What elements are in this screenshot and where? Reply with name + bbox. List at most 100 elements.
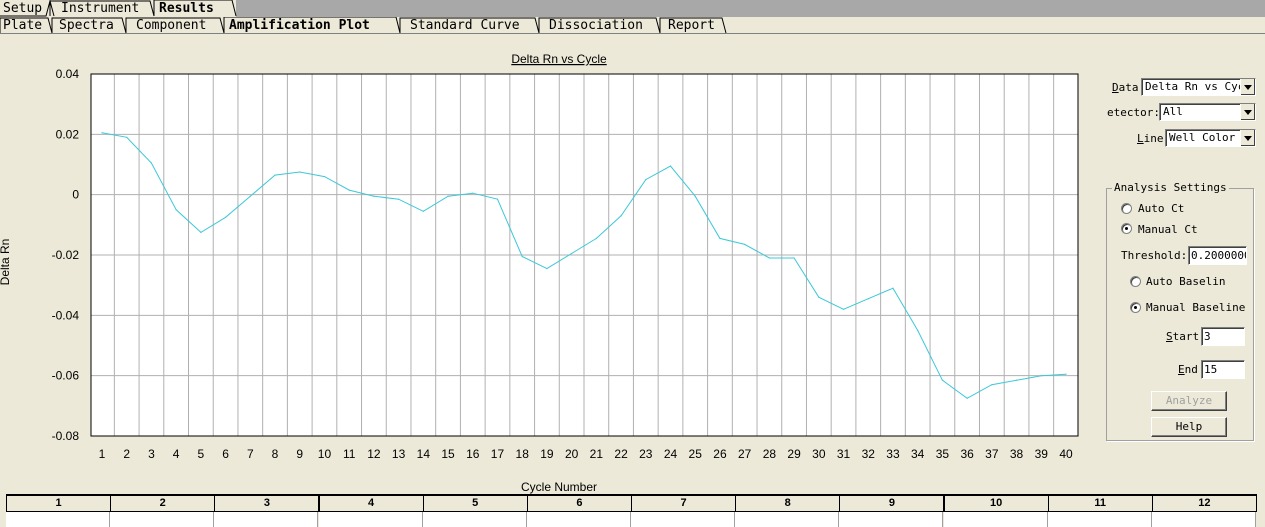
well-cell[interactable] — [839, 512, 944, 527]
manual-ct-radio[interactable] — [1121, 223, 1132, 234]
line-color-select[interactable]: Well Color — [1165, 129, 1256, 147]
data-point — [398, 198, 400, 200]
tab-plate[interactable]: Plate — [0, 17, 42, 34]
data-point — [472, 192, 474, 194]
data-point — [941, 379, 944, 381]
data-point — [546, 267, 548, 270]
start-label: Start — [1166, 330, 1200, 343]
data-point — [595, 237, 597, 240]
end-label: End — [1178, 363, 1198, 376]
chevron-down-icon[interactable] — [1240, 104, 1255, 120]
data-point — [744, 243, 746, 246]
threshold-input[interactable]: 0.2000000 — [1188, 246, 1247, 265]
data-point — [1015, 379, 1018, 381]
grid-layer — [90, 73, 1079, 437]
well-column-header[interactable]: 2 — [110, 494, 216, 512]
well-cell[interactable] — [1151, 512, 1256, 527]
data-select-value: Delta Rn vs Cycl — [1145, 80, 1251, 93]
well-column-header[interactable]: 1 — [6, 494, 112, 512]
x-tick-labels: 1 2 3 4 5 6 7 8 9 10 11 12 13 14 15 16 17 18 19 20 21 22 23 24 2… — [99, 447, 1073, 461]
manual-ct-label: Manual Ct — [1138, 223, 1198, 236]
well-column-header[interactable]: 6 — [526, 494, 632, 512]
y-axis-label: Delta Rn — [0, 239, 12, 286]
well-cell[interactable] — [6, 512, 111, 527]
analysis-settings-title: Analysis Settings — [1112, 181, 1229, 194]
auto-baseline-radio[interactable] — [1130, 276, 1141, 287]
x-tick-label: 21 — [590, 447, 604, 461]
x-tick-label: 25 — [689, 447, 703, 461]
data-point — [175, 209, 177, 211]
end-cycle-input[interactable]: 15 — [1201, 360, 1245, 379]
tab-results[interactable]: Results — [156, 0, 214, 17]
well-column-header[interactable]: 9 — [839, 494, 945, 512]
x-tick-label: 26 — [713, 447, 727, 461]
well-cell[interactable] — [110, 512, 215, 527]
x-tick-label: 31 — [837, 447, 851, 461]
data-point — [150, 162, 153, 164]
data-point — [694, 195, 696, 197]
tab-standard-curve[interactable]: Standard Curve — [407, 17, 520, 34]
auto-ct-radio[interactable] — [1121, 203, 1132, 214]
x-tick-label: 19 — [540, 447, 554, 461]
well-column-header[interactable]: 5 — [422, 494, 528, 512]
well-column-header[interactable]: 8 — [735, 494, 841, 512]
x-tick-label: 6 — [222, 447, 229, 461]
well-cell[interactable] — [526, 512, 631, 527]
start-cycle-input[interactable]: 3 — [1201, 327, 1245, 346]
well-cell[interactable] — [1047, 512, 1152, 527]
data-point — [249, 195, 251, 197]
x-tick-label: 8 — [272, 447, 279, 461]
well-cell[interactable] — [318, 512, 423, 527]
chevron-down-icon[interactable] — [1240, 79, 1255, 95]
x-tick-label: 5 — [198, 447, 205, 461]
well-cell[interactable] — [943, 512, 1048, 527]
manual-baseline-label: Manual Baseline — [1146, 301, 1246, 314]
manual-baseline-radio[interactable] — [1130, 302, 1141, 313]
tab-component[interactable]: Component — [133, 17, 206, 34]
x-axis-label: Cycle Number — [521, 480, 597, 494]
data-point — [842, 308, 845, 310]
x-tick-label: 37 — [985, 447, 999, 461]
data-point — [1065, 373, 1067, 375]
data-point — [126, 136, 128, 138]
detector-select[interactable]: All — [1159, 103, 1256, 121]
results-tab-bar: Plate Spectra Component Amplification Pl… — [0, 17, 1265, 34]
chevron-down-icon[interactable] — [1240, 130, 1255, 146]
tab-report[interactable]: Report — [665, 17, 715, 34]
well-cell[interactable] — [735, 512, 840, 527]
tab-setup[interactable]: Setup — [0, 0, 42, 17]
analyze-button[interactable]: Analyze — [1151, 391, 1227, 411]
data-select[interactable]: Delta Rn vs Cycl — [1141, 78, 1256, 96]
well-cell[interactable] — [422, 512, 527, 527]
amplification-chart-svg[interactable]: Delta Rn vs Cycle 0.04 0.02 0 -0.02 -0.04 -0.… — [0, 36, 1095, 496]
well-column-header[interactable]: 3 — [214, 494, 320, 512]
y-tick-labels: 0.04 0.02 0 -0.02 -0.04 -0.06 -0.08 — [52, 67, 80, 443]
auto-baseline-label: Auto Baselin — [1146, 275, 1226, 288]
help-button[interactable]: Help — [1151, 417, 1227, 437]
data-point — [1040, 375, 1042, 377]
x-tick-label: 2 — [123, 447, 130, 461]
y-tick-label: -0.08 — [52, 429, 80, 443]
data-point — [867, 298, 869, 300]
tab-instrument[interactable]: Instrument — [58, 0, 139, 17]
well-column-header[interactable]: 11 — [1047, 494, 1153, 512]
y-tick-label: 0 — [72, 188, 79, 202]
data-point — [299, 171, 301, 173]
amplification-plot[interactable]: Delta Rn vs Cycle 0.04 0.02 0 -0.02 -0.04 -0.… — [0, 36, 1095, 496]
well-cell[interactable] — [214, 512, 319, 527]
x-tick-label: 10 — [318, 447, 332, 461]
tab-amplification-plot[interactable]: Amplification Plot — [226, 17, 370, 34]
well-cell[interactable] — [631, 512, 736, 527]
well-column-header[interactable]: 10 — [943, 494, 1049, 512]
well-column-header[interactable]: 4 — [318, 494, 424, 512]
x-tick-label: 1 — [99, 447, 106, 461]
well-column-header[interactable]: 7 — [631, 494, 737, 512]
tab-dissociation[interactable]: Dissociation — [546, 17, 643, 34]
tab-spectra[interactable]: Spectra — [56, 17, 114, 34]
well-column-header[interactable]: 12 — [1151, 494, 1257, 512]
x-tick-label: 14 — [417, 447, 431, 461]
data-point — [571, 252, 573, 255]
x-tick-label: 20 — [565, 447, 579, 461]
data-point — [200, 231, 202, 233]
x-tick-label: 12 — [367, 447, 381, 461]
